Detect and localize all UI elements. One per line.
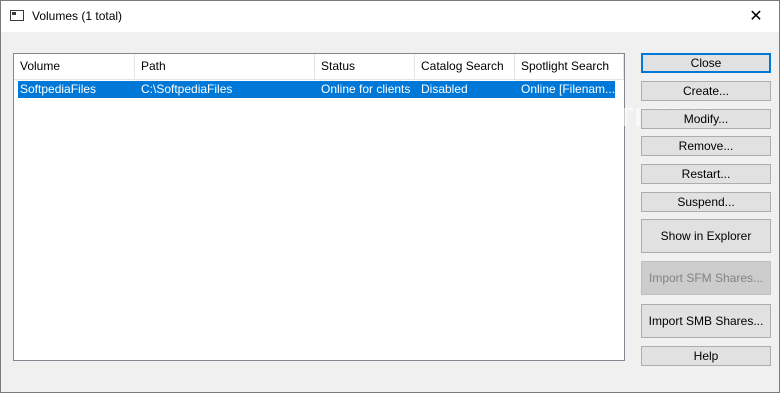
volumes-list[interactable]: Volume Path Status Catalog Search Spotli… [13,53,625,361]
close-window-icon[interactable]: ✕ [733,1,779,32]
import-sfm-shares-button: Import SFM Shares... [641,261,771,295]
import-smb-shares-button[interactable]: Import SMB Shares... [641,304,771,338]
create-button[interactable]: Create... [641,81,771,101]
list-header: Volume Path Status Catalog Search Spotli… [14,54,624,80]
help-button[interactable]: Help [641,346,771,366]
title-bar: Volumes (1 total) ✕ [1,1,779,32]
cell-path: C:\SoftpediaFiles [141,82,233,96]
modify-button[interactable]: Modify... [641,109,771,129]
cell-status: Online for clients [321,82,411,96]
column-header-catalog-search[interactable]: Catalog Search [415,54,515,79]
close-button[interactable]: Close [641,53,771,73]
dialog-body: Volume Path Status Catalog Search Spotli… [1,32,779,392]
cell-catalog-search: Disabled [421,82,468,96]
restart-button[interactable]: Restart... [641,164,771,184]
column-header-status[interactable]: Status [315,54,415,79]
suspend-button[interactable]: Suspend... [641,192,771,212]
show-in-explorer-button[interactable]: Show in Explorer [641,219,771,253]
column-header-path[interactable]: Path [135,54,315,79]
column-header-volume[interactable]: Volume [14,54,135,79]
cell-spotlight-search: Online [Filenam... [521,82,616,96]
volumes-dialog: Volumes (1 total) ✕ Volume Path Status C… [0,0,780,393]
cell-volume: SoftpediaFiles [20,82,97,96]
remove-button[interactable]: Remove... [641,136,771,156]
table-row[interactable]: SoftpediaFiles C:\SoftpediaFiles Online … [18,81,615,98]
window-title: Volumes (1 total) [32,9,123,23]
app-window-icon [10,10,24,21]
column-header-spotlight-search[interactable]: Spotlight Search [515,54,624,79]
